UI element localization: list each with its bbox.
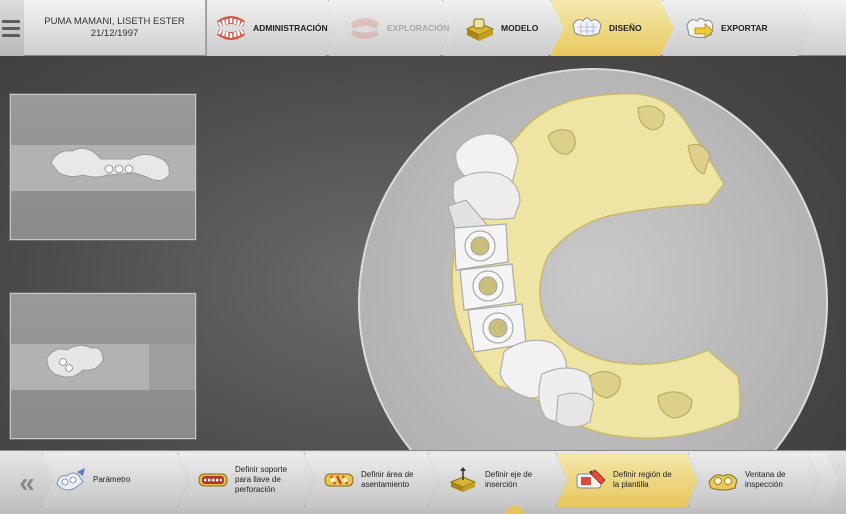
- step-exportar[interactable]: EXPORTAR: [662, 0, 812, 56]
- workflow-steps: ADMINISTRACIÓN EXPLORACIÓN MODELO DISEÑO…: [206, 0, 846, 55]
- tool-label: Definir región de la plantilla: [613, 470, 672, 489]
- dental-arch-model: [447, 92, 741, 439]
- step-label: EXPLORACIÓN: [387, 23, 450, 33]
- tool-definir-area[interactable]: Definir área de asentamiento: [304, 453, 438, 507]
- step-label: EXPORTAR: [721, 23, 768, 33]
- step-diseno[interactable]: DISEÑO: [550, 0, 674, 56]
- inspection-window-icon: [705, 466, 741, 494]
- hamburger-menu-icon[interactable]: [0, 0, 24, 56]
- patient-name: PUMA MAMANI, LISETH ESTER: [44, 15, 185, 27]
- seating-area-icon: [321, 466, 357, 494]
- dentures-icon: [213, 13, 249, 43]
- tool-definir-soporte[interactable]: Definir soporte para llave de perforació…: [178, 453, 314, 507]
- tool-definir-eje[interactable]: Definir eje de inserción: [428, 453, 566, 507]
- side-view-model: [50, 147, 170, 181]
- 3d-model-viewport[interactable]: [358, 56, 846, 514]
- tool-label: Definir soporte para llave de perforació…: [235, 465, 288, 494]
- design-tools-bar: « Parámetro Definir soporte para llave d…: [0, 450, 846, 514]
- tool-label: Definir eje de inserción: [485, 470, 533, 489]
- back-chevrons-icon[interactable]: «: [0, 451, 42, 514]
- patient-info: PUMA MAMANI, LISETH ESTER 21/12/1997: [24, 0, 206, 55]
- active-indicator: [506, 506, 524, 514]
- step-label: MODELO: [501, 23, 539, 33]
- front-view-model: [46, 344, 104, 378]
- tool-label: Parámetro: [93, 475, 131, 484]
- top-toolbar: PUMA MAMANI, LISETH ESTER 21/12/1997 ADM…: [0, 0, 846, 56]
- tool-label: Ventana de inspección: [745, 470, 786, 489]
- step-modelo[interactable]: MODELO: [442, 0, 562, 56]
- step-exploracion: EXPLORACIÓN: [328, 0, 454, 56]
- step-administracion[interactable]: ADMINISTRACIÓN: [206, 0, 340, 56]
- tool-parametro[interactable]: Parámetro: [42, 453, 188, 507]
- drill-key-support-icon: [195, 466, 231, 494]
- export-arrow-icon: [681, 13, 717, 43]
- view-thumbnail-front[interactable]: [10, 293, 196, 439]
- parameter-teeth-icon: [53, 466, 89, 494]
- step-label: ADMINISTRACIÓN: [253, 23, 328, 33]
- tool-label: Definir área de asentamiento: [361, 470, 414, 489]
- insertion-axis-icon: [445, 466, 481, 494]
- patient-birthdate: 21/12/1997: [90, 27, 139, 39]
- scan-jaw-icon: [347, 13, 383, 43]
- tool-definir-region[interactable]: Definir región de la plantilla: [556, 453, 698, 507]
- step-label: DISEÑO: [609, 23, 642, 33]
- design-crown-icon: [569, 13, 605, 43]
- tool-ventana-inspeccion[interactable]: Ventana de inspección: [688, 453, 818, 507]
- view-thumbnail-side[interactable]: [10, 94, 196, 240]
- model-base-icon: [461, 13, 497, 43]
- template-region-icon: [573, 466, 609, 494]
